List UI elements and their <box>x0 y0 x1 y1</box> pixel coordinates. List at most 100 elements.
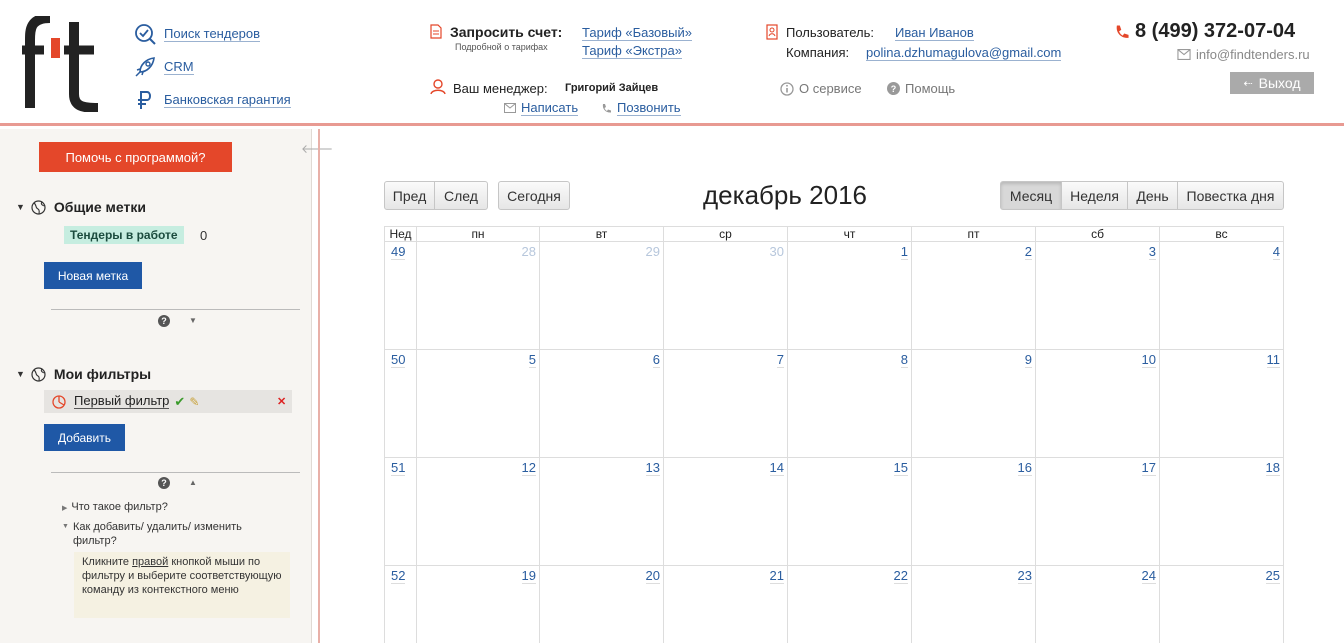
about-service-link[interactable]: О сервисе <box>780 81 862 96</box>
day-number-link[interactable]: 6 <box>652 352 660 368</box>
help-link[interactable]: ? Помощь <box>887 81 955 96</box>
check-icon[interactable]: ✔ <box>174 394 185 410</box>
call-manager-link[interactable]: Позвонить <box>601 100 681 116</box>
add-filter-button[interactable]: Добавить <box>44 424 125 451</box>
day-cell[interactable]: 28 <box>417 242 540 350</box>
day-number-link[interactable]: 5 <box>528 352 536 368</box>
nav-bank-guarantee[interactable]: Банковская гарантия <box>134 89 291 111</box>
day-cell[interactable]: 12 <box>417 458 540 566</box>
day-number-link[interactable]: 7 <box>776 352 784 368</box>
filters-section-header[interactable]: ▼ Мои фильтры <box>16 366 151 382</box>
chevron-up-icon[interactable]: ▲ <box>189 478 197 487</box>
day-number-link[interactable]: 25 <box>1265 568 1280 584</box>
support-phone[interactable]: 8 (499) 372-07-04 <box>1114 20 1295 43</box>
week-number-link[interactable]: 52 <box>391 568 406 584</box>
day-number-link[interactable]: 8 <box>900 352 908 368</box>
day-number-link[interactable]: 20 <box>645 568 660 584</box>
day-cell[interactable]: 10 <box>1036 350 1160 458</box>
day-cell[interactable]: 9 <box>912 350 1036 458</box>
day-number-link[interactable]: 3 <box>1148 244 1156 260</box>
week-number-link[interactable]: 50 <box>391 352 406 368</box>
day-cell[interactable]: 22 <box>788 566 912 643</box>
day-number-link[interactable]: 4 <box>1272 244 1280 260</box>
day-number-link[interactable]: 17 <box>1141 460 1156 476</box>
week-number-link[interactable]: 51 <box>391 460 406 476</box>
day-number-link[interactable]: 24 <box>1141 568 1156 584</box>
close-icon[interactable]: ✕ <box>277 395 286 408</box>
user-name-link[interactable]: Иван Иванов <box>895 25 974 41</box>
day-number-link[interactable]: 11 <box>1266 352 1280 368</box>
day-cell[interactable]: 1 <box>788 242 912 350</box>
week-number-link[interactable]: 49 <box>391 244 406 260</box>
today-button[interactable]: Сегодня <box>498 181 570 210</box>
day-number-link[interactable]: 22 <box>893 568 908 584</box>
faq-item[interactable]: ▶ Что такое фильтр? <box>62 501 168 513</box>
day-number-link[interactable]: 13 <box>645 460 660 476</box>
day-cell[interactable]: 19 <box>417 566 540 643</box>
day-cell[interactable]: 6 <box>540 350 664 458</box>
day-number-link[interactable]: 2 <box>1024 244 1032 260</box>
day-cell[interactable]: 5 <box>417 350 540 458</box>
day-cell[interactable]: 8 <box>788 350 912 458</box>
pencil-icon[interactable]: ✎ <box>189 395 199 409</box>
faq-item[interactable]: ▼ Как добавить/ удалить/ изменить фильтр… <box>62 520 282 548</box>
question-icon[interactable]: ? <box>158 315 170 327</box>
day-cell[interactable]: 7 <box>664 350 788 458</box>
day-cell[interactable]: 29 <box>540 242 664 350</box>
day-number-link[interactable]: 1 <box>900 244 908 260</box>
help-program-button[interactable]: Помочь с программой? <box>39 142 232 172</box>
tariff-basic-link[interactable]: Тариф «Базовый» <box>582 25 693 41</box>
write-manager-link[interactable]: Написать <box>504 100 579 116</box>
prev-button[interactable]: Пред <box>384 181 435 210</box>
day-cell[interactable]: 3 <box>1036 242 1160 350</box>
day-cell[interactable]: 24 <box>1036 566 1160 643</box>
view-agenda-button[interactable]: Повестка дня <box>1177 181 1284 210</box>
day-cell[interactable]: 4 <box>1160 242 1284 350</box>
day-cell[interactable]: 21 <box>664 566 788 643</box>
tag-in-work[interactable]: Тендеры в работе <box>64 226 184 244</box>
day-cell[interactable]: 18 <box>1160 458 1284 566</box>
day-number-link[interactable]: 16 <box>1017 460 1032 476</box>
company-value-link[interactable]: polina.dzhumagulova@gmail.com <box>866 45 1062 61</box>
day-number-link[interactable]: 23 <box>1017 568 1032 584</box>
findtenders-logo[interactable] <box>20 16 104 112</box>
filter-item[interactable]: Первый фильтр ✔ ✎ ✕ <box>44 390 292 413</box>
view-day-button[interactable]: День <box>1127 181 1178 210</box>
day-number-link[interactable]: 14 <box>769 460 784 476</box>
day-cell[interactable]: 11 <box>1160 350 1284 458</box>
day-cell[interactable]: 17 <box>1036 458 1160 566</box>
day-cell[interactable]: 23 <box>912 566 1036 643</box>
nav-tender-search[interactable]: Поиск тендеров <box>134 23 261 45</box>
view-week-button[interactable]: Неделя <box>1061 181 1128 210</box>
logout-button[interactable]: ⇠ Выход <box>1230 72 1314 94</box>
day-cell[interactable]: 2 <box>912 242 1036 350</box>
tariff-extra-link[interactable]: Тариф «Экстра» <box>582 43 682 59</box>
day-cell[interactable]: 30 <box>664 242 788 350</box>
tariff-details-hint[interactable]: Подробной о тарифах <box>455 42 548 52</box>
day-number-link[interactable]: 9 <box>1024 352 1032 368</box>
day-number-link[interactable]: 10 <box>1141 352 1156 368</box>
support-email[interactable]: info@findtenders.ru <box>1177 47 1310 62</box>
day-number-link[interactable]: 18 <box>1265 460 1280 476</box>
day-number-link[interactable]: 29 <box>646 244 660 259</box>
day-number-link[interactable]: 12 <box>521 460 536 476</box>
new-tag-button[interactable]: Новая метка <box>44 262 142 289</box>
day-cell[interactable]: 16 <box>912 458 1036 566</box>
sidebar-resize-handle[interactable] <box>318 129 320 643</box>
day-number-link[interactable]: 28 <box>522 244 536 259</box>
day-number-link[interactable]: 19 <box>521 568 536 584</box>
next-button[interactable]: След <box>434 181 488 210</box>
day-cell[interactable]: 14 <box>664 458 788 566</box>
chevron-down-icon[interactable]: ▼ <box>189 316 197 325</box>
nav-crm[interactable]: CRM <box>134 56 194 78</box>
day-cell[interactable]: 25 <box>1160 566 1284 643</box>
day-cell[interactable]: 15 <box>788 458 912 566</box>
day-number-link[interactable]: 21 <box>769 568 784 584</box>
day-cell[interactable]: 13 <box>540 458 664 566</box>
day-number-link[interactable]: 30 <box>770 244 784 259</box>
tags-section-header[interactable]: ▼ Общие метки <box>16 199 146 215</box>
question-icon[interactable]: ? <box>158 477 170 489</box>
day-number-link[interactable]: 15 <box>893 460 908 476</box>
view-month-button[interactable]: Месяц <box>1000 181 1062 210</box>
day-cell[interactable]: 20 <box>540 566 664 643</box>
